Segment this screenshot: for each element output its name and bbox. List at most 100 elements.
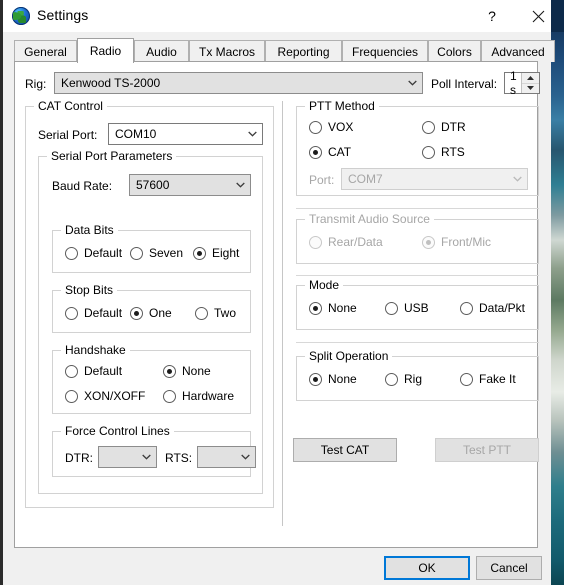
ptt-port-value: COM7 — [348, 172, 383, 186]
radio-handshake-none[interactable]: None — [163, 364, 211, 378]
radio-data-bits-seven[interactable]: Seven — [130, 246, 183, 260]
transmit-audio-source-title: Transmit Audio Source — [305, 212, 434, 226]
tab-audio[interactable]: Audio — [134, 40, 189, 62]
dtr-label: DTR: — [65, 451, 93, 465]
tab-bar: General Radio Audio Tx Macros Reporting … — [14, 38, 555, 63]
radio-label: Rear/Data — [328, 235, 383, 249]
radio-stop-bits-one[interactable]: One — [130, 306, 172, 320]
tab-label: General — [24, 44, 67, 59]
tab-reporting[interactable]: Reporting — [265, 40, 342, 62]
tab-label: Audio — [146, 44, 177, 59]
radio-split-none[interactable]: None — [309, 372, 357, 386]
stop-bits-title: Stop Bits — [61, 283, 118, 297]
cancel-label: Cancel — [490, 561, 528, 575]
serial-port-label: Serial Port: — [38, 128, 98, 142]
tab-label: Radio — [89, 44, 122, 58]
radio-dot — [65, 389, 78, 403]
poll-interval-spinner[interactable]: 1 s — [504, 69, 540, 97]
close-button[interactable] — [515, 0, 561, 32]
radio-ptt-dtr[interactable]: DTR — [422, 120, 466, 134]
handshake-title: Handshake — [61, 343, 130, 357]
tab-tx-macros[interactable]: Tx Macros — [189, 40, 265, 62]
ok-button[interactable]: OK — [384, 556, 470, 580]
radio-dot — [385, 301, 398, 315]
help-button[interactable]: ? — [469, 0, 515, 32]
radio-ptt-cat[interactable]: CAT — [309, 145, 351, 159]
radio-dot — [130, 246, 143, 260]
tab-frequencies[interactable]: Frequencies — [342, 40, 428, 62]
test-cat-label: Test CAT — [320, 443, 370, 457]
radio-label: Data/Pkt — [479, 301, 526, 315]
ptt-port-combobox: COM7 — [341, 168, 528, 190]
panel-splitter[interactable] — [282, 101, 283, 526]
serial-port-combobox[interactable]: COM10 — [108, 123, 263, 145]
tab-label: Tx Macros — [199, 44, 256, 59]
baud-rate-combobox[interactable]: 57600 — [129, 174, 251, 196]
mode-group: Mode None USB Data/Pkt — [296, 278, 539, 330]
spinner-buttons[interactable] — [521, 73, 539, 93]
spinner-down-icon[interactable] — [522, 84, 539, 94]
tab-advanced[interactable]: Advanced — [481, 40, 555, 62]
tab-label: Advanced — [491, 44, 545, 59]
tab-label: Reporting — [277, 44, 330, 59]
test-cat-button[interactable]: Test CAT — [293, 438, 397, 462]
radio-dot — [163, 389, 176, 403]
data-bits-title: Data Bits — [61, 223, 118, 237]
radio-dot — [193, 246, 206, 260]
rig-label: Rig: — [25, 77, 47, 91]
radio-dot — [65, 306, 78, 320]
radio-label: Seven — [149, 246, 184, 260]
radio-label: Two — [214, 306, 237, 320]
spinner-up-icon[interactable] — [522, 73, 539, 84]
cat-control-group: CAT Control Serial Port: COM10 Serial Po… — [25, 99, 274, 508]
radio-dot — [163, 364, 176, 378]
radio-ptt-vox[interactable]: VOX — [309, 120, 353, 134]
radio-dot — [309, 372, 322, 386]
tab-label: Frequencies — [351, 44, 419, 59]
chevron-down-icon — [235, 454, 255, 460]
radio-stop-bits-default[interactable]: Default — [65, 306, 122, 320]
cancel-button[interactable]: Cancel — [476, 556, 542, 580]
tab-colors[interactable]: Colors — [428, 40, 481, 62]
split-operation-title: Split Operation — [305, 349, 393, 363]
chevron-down-icon — [230, 182, 250, 188]
radio-handshake-hardware[interactable]: Hardware — [163, 389, 234, 403]
rts-combobox[interactable] — [197, 446, 256, 468]
tab-label: Colors — [437, 44, 472, 59]
radio-mode-data-pkt[interactable]: Data/Pkt — [460, 301, 525, 315]
radio-mode-none[interactable]: None — [309, 301, 357, 315]
radio-stop-bits-two[interactable]: Two — [195, 306, 236, 320]
chevron-down-icon — [507, 176, 527, 182]
radio-audio-rear-data: Rear/Data — [309, 235, 383, 249]
force-control-lines-title: Force Control Lines — [61, 424, 174, 438]
tab-general[interactable]: General — [14, 40, 77, 62]
radio-dot — [309, 235, 322, 249]
test-ptt-button: Test PTT — [435, 438, 539, 462]
radio-label: VOX — [328, 120, 354, 134]
radio-split-fake-it[interactable]: Fake It — [460, 372, 516, 386]
ptt-port-label: Port: — [309, 173, 335, 187]
radio-mode-usb[interactable]: USB — [385, 301, 429, 315]
radio-dot — [65, 364, 78, 378]
radio-label: None — [328, 301, 357, 315]
separator-2 — [296, 275, 539, 276]
close-icon — [532, 10, 544, 22]
radio-dot — [422, 235, 435, 249]
radio-handshake-xon-xoff[interactable]: XON/XOFF — [65, 389, 145, 403]
serial-port-parameters-title: Serial Port Parameters — [47, 149, 177, 163]
radio-data-bits-default[interactable]: Default — [65, 246, 122, 260]
radio-handshake-default[interactable]: Default — [65, 364, 122, 378]
radio-label: Fake It — [479, 372, 516, 386]
radio-ptt-rts[interactable]: RTS — [422, 145, 465, 159]
radio-split-rig[interactable]: Rig — [385, 372, 422, 386]
tab-radio[interactable]: Radio — [77, 38, 134, 63]
dtr-combobox[interactable] — [98, 446, 157, 468]
radio-data-bits-eight[interactable]: Eight — [193, 246, 239, 260]
radio-dot — [422, 120, 435, 134]
ptt-method-group: PTT Method VOX DTR CAT RTS Port: COM7 — [296, 99, 539, 196]
screen: Settings ? General Radio Audio Tx Macros… — [0, 0, 564, 585]
rig-combobox[interactable]: Kenwood TS-2000 — [54, 72, 423, 94]
radio-label: RTS — [441, 145, 465, 159]
radio-label: None — [328, 372, 357, 386]
serial-port-parameters-group: Serial Port Parameters Baud Rate: 57600 … — [38, 149, 263, 494]
